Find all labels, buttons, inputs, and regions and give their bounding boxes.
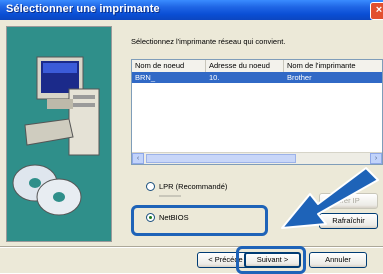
column-header-node-name[interactable]: Nom de noeud xyxy=(132,60,206,72)
close-button[interactable]: × xyxy=(370,2,383,20)
column-header-node-address[interactable]: Adresse du noeud xyxy=(206,60,284,72)
cell-printer-name: Brother xyxy=(287,73,312,82)
horizontal-scrollbar[interactable]: ‹ › xyxy=(132,152,382,164)
cell-node-name: BRN_ xyxy=(135,73,156,82)
window-title: Sélectionner une imprimante xyxy=(6,3,160,15)
dialog-window: Sélectionner une imprimante × Sélectionn… xyxy=(0,0,383,274)
scroll-right-icon[interactable]: › xyxy=(370,153,382,164)
separator xyxy=(0,246,383,248)
computer-illustration-icon xyxy=(7,27,111,241)
netbios-highlight xyxy=(131,205,268,236)
scroll-thumb[interactable] xyxy=(146,154,296,163)
wizard-illustration xyxy=(6,26,112,242)
next-highlight xyxy=(236,246,306,274)
cell-node-address: 10. xyxy=(209,73,220,82)
lpr-radio[interactable] xyxy=(146,182,155,191)
pointer-arrow-icon xyxy=(281,167,379,229)
cancel-button[interactable]: Annuler xyxy=(309,252,367,268)
scroll-left-icon[interactable]: ‹ xyxy=(132,153,144,164)
printer-list[interactable]: Nom de noeud Adresse du noeud Nom de l'i… xyxy=(131,59,383,165)
table-row[interactable]: BRN_ 10. Brother xyxy=(132,72,382,83)
instruction-text: Sélectionnez l'imprimante réseau qui con… xyxy=(131,37,286,46)
lpr-label: LPR (Recommandé) xyxy=(159,182,228,191)
column-header-printer-name[interactable]: Nom de l'imprimante xyxy=(284,60,382,72)
title-bar: Sélectionner une imprimante × xyxy=(0,0,383,20)
lpr-sub-line xyxy=(159,195,181,197)
